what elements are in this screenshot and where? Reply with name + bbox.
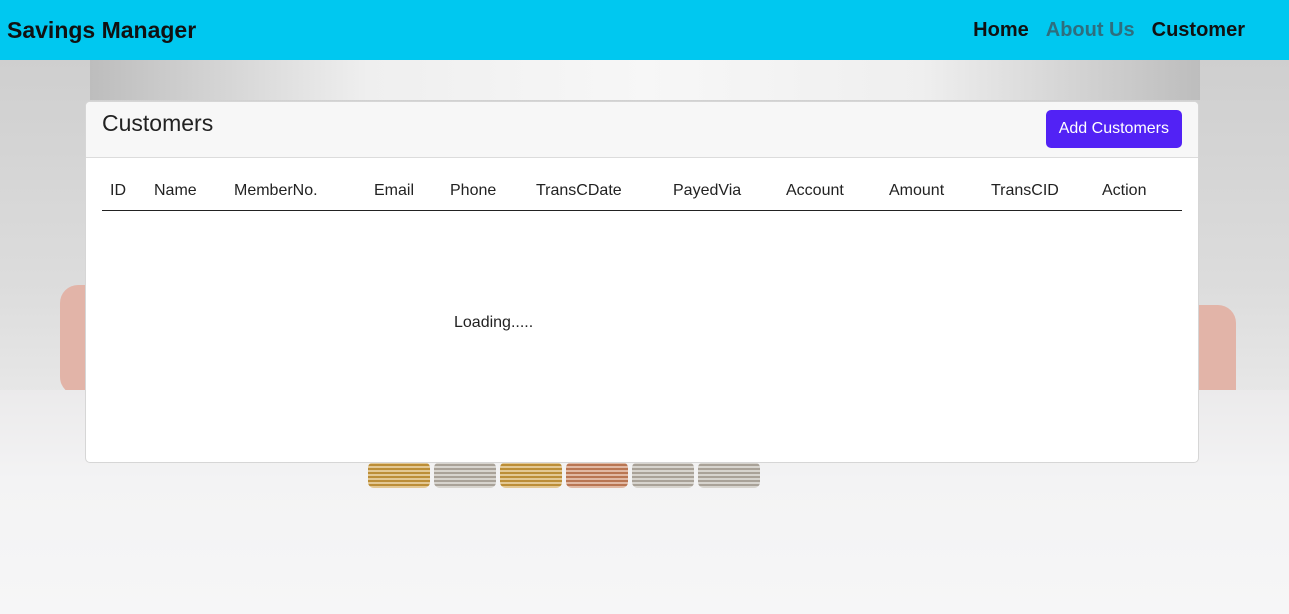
card-header: Customers Add Customers	[86, 102, 1198, 158]
brand-title[interactable]: Savings Manager	[7, 17, 196, 44]
nav-link-customer[interactable]: Customer	[1152, 19, 1245, 42]
customers-table: ID Name MemberNo. Email Phone TransCDate…	[102, 172, 1182, 211]
nav-link-home[interactable]: Home	[973, 19, 1029, 42]
column-header-payed-via[interactable]: PayedVia	[665, 172, 778, 211]
column-header-account[interactable]: Account	[778, 172, 881, 211]
nav-links: Home About Us Customer	[973, 19, 1245, 42]
page-title: Customers	[102, 110, 214, 136]
column-header-name[interactable]: Name	[146, 172, 226, 211]
column-header-id[interactable]: ID	[102, 172, 146, 211]
background-shirt	[90, 60, 1200, 100]
column-header-email[interactable]: Email	[366, 172, 442, 211]
loading-indicator: Loading.....	[454, 314, 534, 331]
coin-stack	[698, 462, 760, 488]
column-header-transc-date[interactable]: TransCDate	[528, 172, 665, 211]
table-header-row: ID Name MemberNo. Email Phone TransCDate…	[102, 172, 1182, 211]
customers-card: Customers Add Customers ID Name MemberNo…	[85, 101, 1199, 463]
coin-stacks	[368, 462, 760, 488]
coin-stack	[566, 462, 628, 488]
coin-stack	[632, 462, 694, 488]
coin-stack	[368, 462, 430, 488]
column-header-action[interactable]: Action	[1094, 172, 1182, 211]
column-header-amount[interactable]: Amount	[881, 172, 983, 211]
add-customers-button[interactable]: Add Customers	[1045, 110, 1182, 148]
customers-table-wrap: ID Name MemberNo. Email Phone TransCDate…	[102, 172, 1182, 211]
coin-stack	[500, 462, 562, 488]
column-header-phone[interactable]: Phone	[442, 172, 528, 211]
coin-stack	[434, 462, 496, 488]
top-navbar: Savings Manager Home About Us Customer	[0, 0, 1289, 60]
column-header-member-no[interactable]: MemberNo.	[226, 172, 366, 211]
nav-link-about-us[interactable]: About Us	[1046, 19, 1135, 42]
column-header-transc-id[interactable]: TransCID	[983, 172, 1094, 211]
